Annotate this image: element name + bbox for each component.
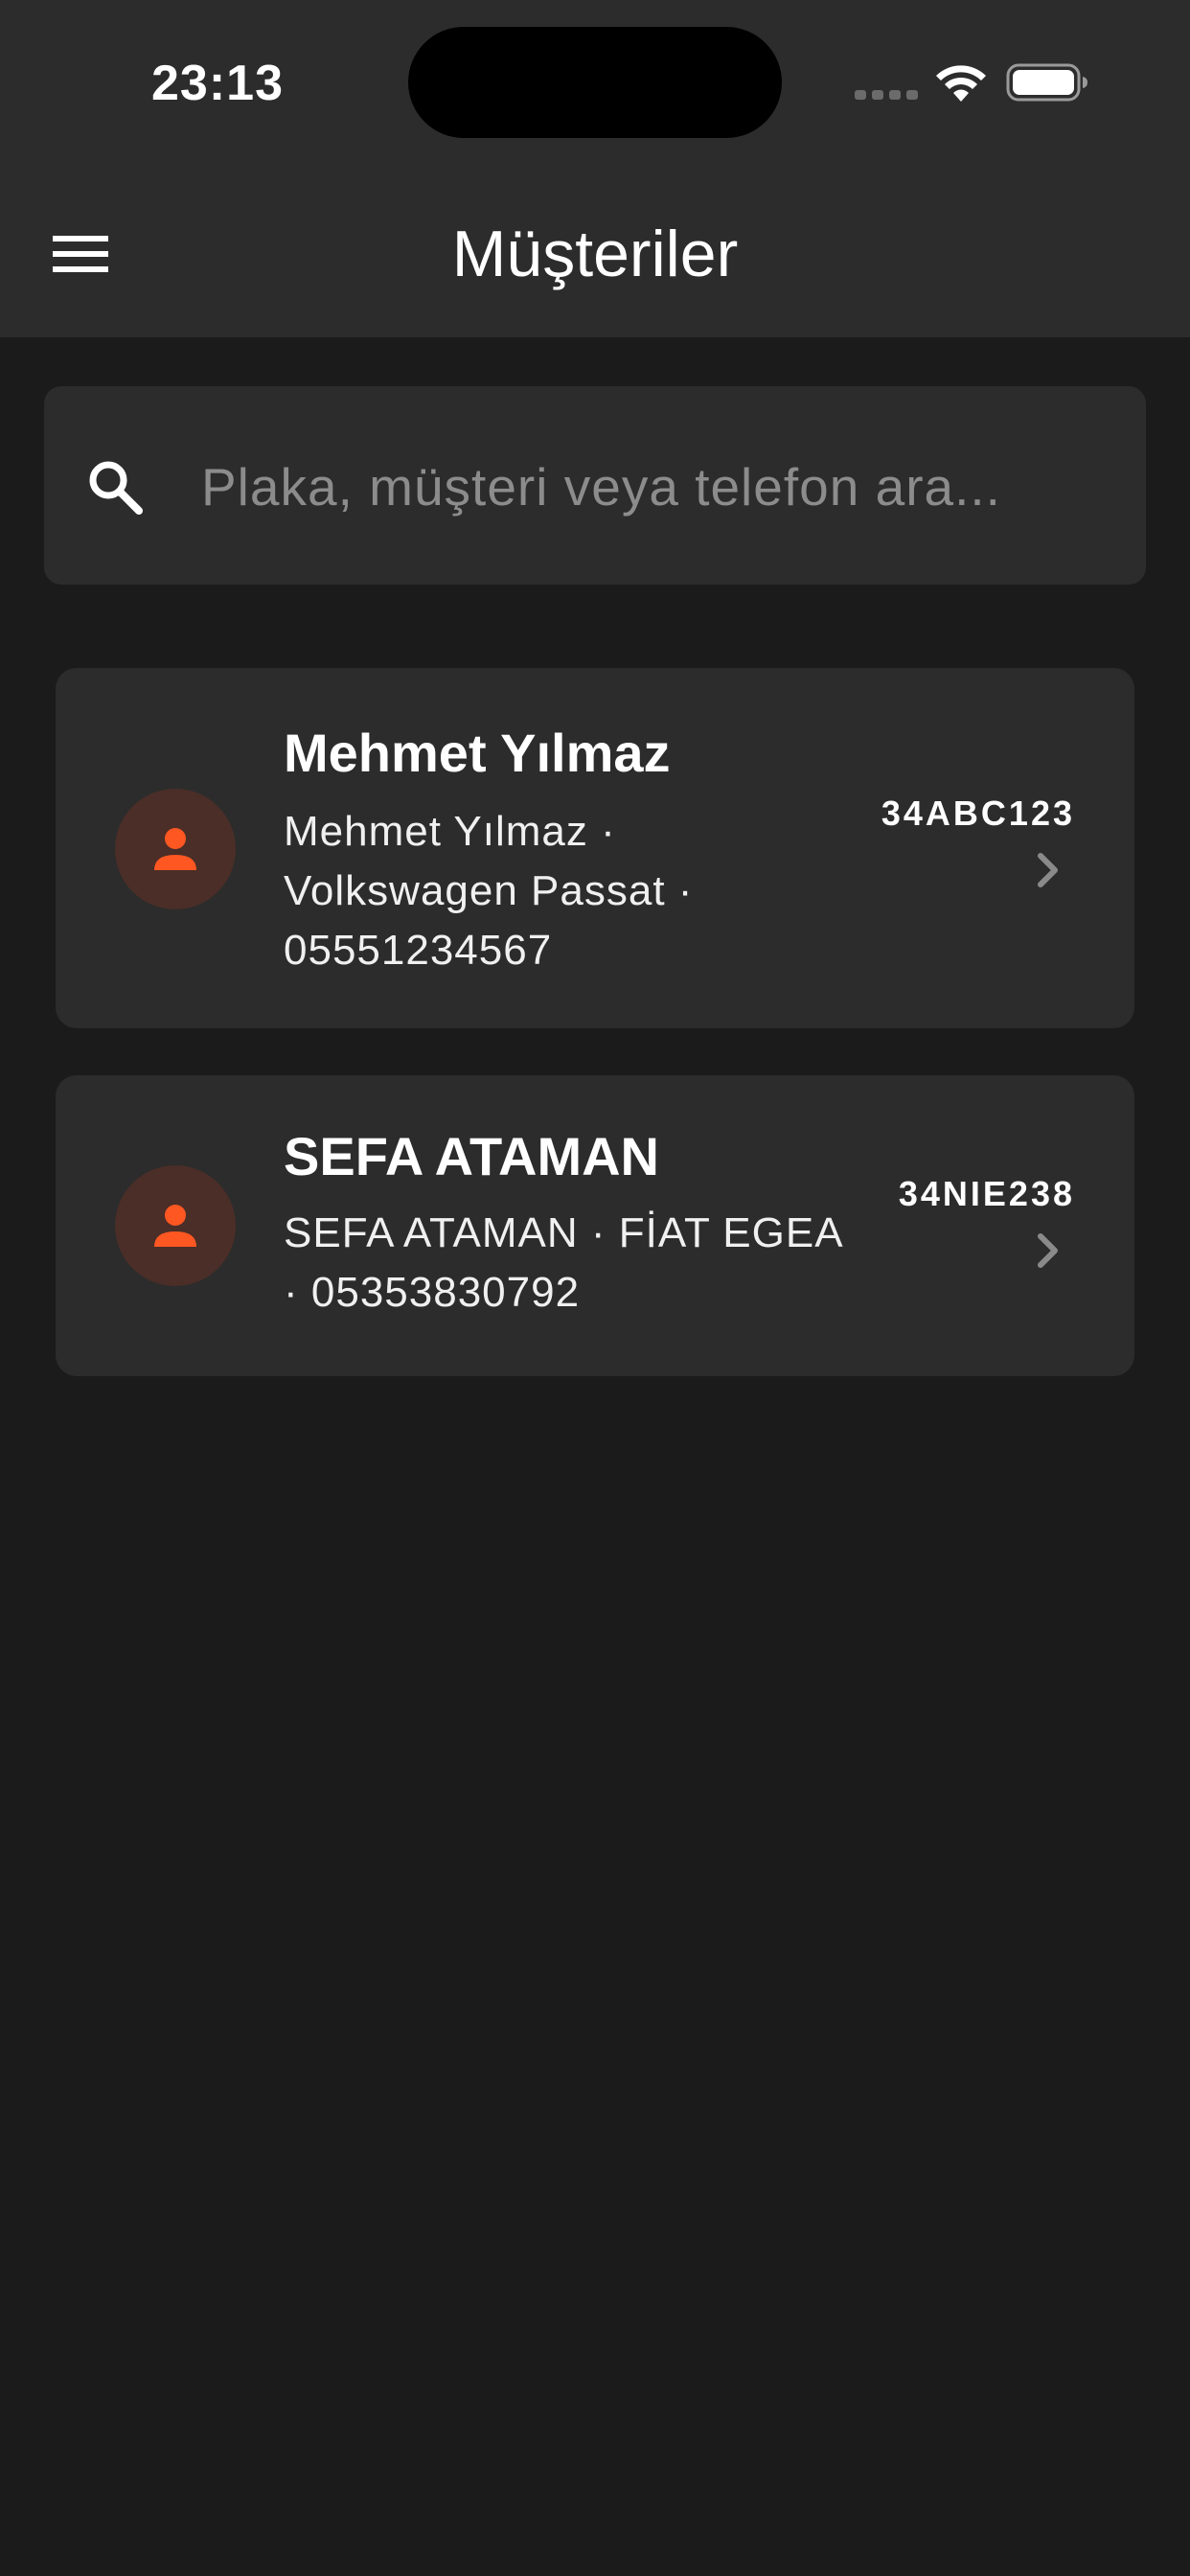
search-icon <box>89 461 143 515</box>
status-time: 23:13 <box>151 56 284 111</box>
search-input[interactable] <box>199 450 1104 523</box>
person-icon <box>154 1205 196 1247</box>
page-title: Müşteriler <box>451 218 739 290</box>
customer-name: SEFA ATAMAN <box>284 1126 659 1186</box>
dynamic-island <box>408 27 782 138</box>
wifi-icon <box>936 65 986 102</box>
customer-name: Mehmet Yılmaz <box>284 723 671 783</box>
license-plate: 34ABC123 <box>881 794 1075 833</box>
person-icon <box>154 828 196 870</box>
cellular-signal-icon <box>855 90 918 100</box>
chevron-right-icon <box>1038 1233 1058 1268</box>
avatar <box>115 789 236 909</box>
chevron-right-icon <box>1038 853 1058 887</box>
customer-detail: Mehmet Yılmaz · Volkswagen Passat · 0555… <box>284 808 694 974</box>
customer-card[interactable]: SEFA ATAMAN SEFA ATAMAN · FİAT EGEA · 05… <box>56 1075 1134 1376</box>
customer-card[interactable]: Mehmet Yılmaz Mehmet Yılmaz · Volkswagen… <box>56 668 1134 1028</box>
customer-detail: SEFA ATAMAN · FİAT EGEA · 05353830792 <box>284 1209 842 1316</box>
battery-icon <box>1006 63 1087 102</box>
license-plate: 34NIE238 <box>898 1174 1075 1213</box>
avatar <box>115 1165 236 1286</box>
